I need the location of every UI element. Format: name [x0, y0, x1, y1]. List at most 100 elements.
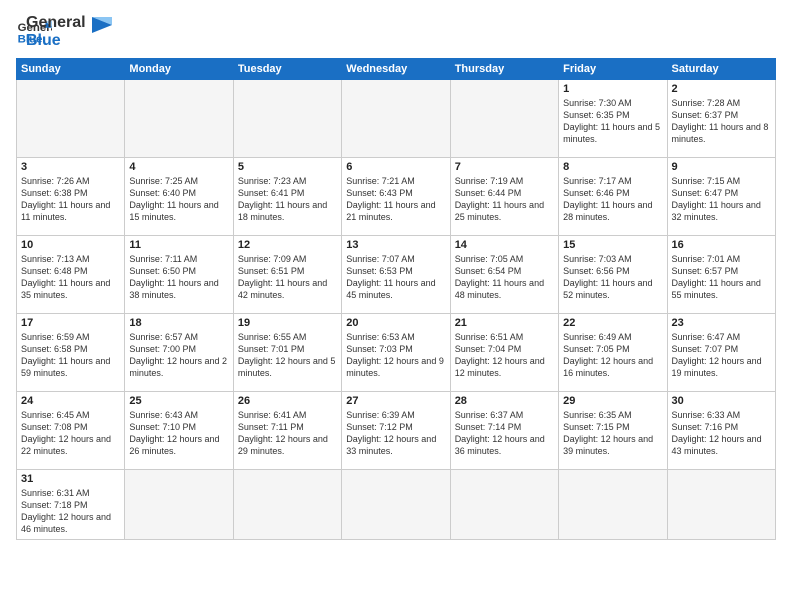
weekday-header-friday: Friday — [559, 59, 667, 80]
calendar-cell: 18Sunrise: 6:57 AM Sunset: 7:00 PM Dayli… — [125, 314, 233, 392]
calendar-cell: 12Sunrise: 7:09 AM Sunset: 6:51 PM Dayli… — [233, 236, 341, 314]
week-row-2: 10 Sunrise: 7:13 AM Sunset: 6:48 PM Dayli… — [17, 236, 776, 314]
day-number: 27 — [346, 395, 445, 407]
calendar-cell: 1 Sunrise: 7:30 AM Sunset: 6:35 PM Daylig… — [559, 80, 667, 158]
day-number: 12 — [238, 239, 337, 251]
day-info: Sunrise: 7:03 AM Sunset: 6:56 PM Dayligh… — [563, 253, 662, 302]
day-info: Sunrise: 7:07 AM Sunset: 6:53 PM Dayligh… — [346, 253, 445, 302]
calendar-cell: 8 Sunrise: 7:17 AM Sunset: 6:46 PM Daylig… — [559, 158, 667, 236]
calendar-cell: 29Sunrise: 6:35 AM Sunset: 7:15 PM Dayli… — [559, 392, 667, 470]
day-number: 20 — [346, 317, 445, 329]
day-info: Sunrise: 7:26 AM Sunset: 6:38 PM Dayligh… — [21, 175, 120, 224]
day-number: 7 — [455, 161, 554, 173]
week-row-3: 17Sunrise: 6:59 AM Sunset: 6:58 PM Dayli… — [17, 314, 776, 392]
calendar-cell: 10 Sunrise: 7:13 AM Sunset: 6:48 PM Dayli… — [17, 236, 125, 314]
day-number: 3 — [21, 161, 120, 173]
calendar-cell: 24 Sunrise: 6:45 AM Sunset: 7:08 PM Dayli… — [17, 392, 125, 470]
day-number: 24 — [21, 395, 120, 407]
day-info: Sunrise: 7:05 AM Sunset: 6:54 PM Dayligh… — [455, 253, 554, 302]
calendar-cell — [450, 80, 558, 158]
calendar-cell: 16Sunrise: 7:01 AM Sunset: 6:57 PM Dayli… — [667, 236, 775, 314]
day-info: Sunrise: 7:28 AM Sunset: 6:37 PM Dayligh… — [672, 97, 771, 146]
calendar-cell: 14 Sunrise: 7:05 AM Sunset: 6:54 PM Dayli… — [450, 236, 558, 314]
calendar-cell: 19Sunrise: 6:55 AM Sunset: 7:01 PM Dayli… — [233, 314, 341, 392]
day-number: 30 — [672, 395, 771, 407]
day-info: Sunrise: 6:51 AM Sunset: 7:04 PM Dayligh… — [455, 331, 554, 380]
day-info: Sunrise: 6:33 AM Sunset: 7:16 PM Dayligh… — [672, 409, 771, 458]
day-number: 11 — [129, 239, 228, 251]
calendar-cell: 23 Sunrise: 6:47 AM Sunset: 7:07 PM Dayli… — [667, 314, 775, 392]
day-info: Sunrise: 7:11 AM Sunset: 6:50 PM Dayligh… — [129, 253, 228, 302]
weekday-header-tuesday: Tuesday — [233, 59, 341, 80]
day-info: Sunrise: 7:21 AM Sunset: 6:43 PM Dayligh… — [346, 175, 445, 224]
calendar-cell: 26Sunrise: 6:41 AM Sunset: 7:11 PM Dayli… — [233, 392, 341, 470]
day-info: Sunrise: 6:47 AM Sunset: 7:07 PM Dayligh… — [672, 331, 771, 380]
week-row-1: 3 Sunrise: 7:26 AM Sunset: 6:38 PM Daylig… — [17, 158, 776, 236]
day-info: Sunrise: 7:13 AM Sunset: 6:48 PM Dayligh… — [21, 253, 120, 302]
calendar-cell: 13 Sunrise: 7:07 AM Sunset: 6:53 PM Dayli… — [342, 236, 450, 314]
day-info: Sunrise: 7:30 AM Sunset: 6:35 PM Dayligh… — [563, 97, 662, 146]
day-number: 15 — [563, 239, 662, 251]
day-number: 29 — [563, 395, 662, 407]
day-info: Sunrise: 6:49 AM Sunset: 7:05 PM Dayligh… — [563, 331, 662, 380]
calendar-cell: 27 Sunrise: 6:39 AM Sunset: 7:12 PM Dayli… — [342, 392, 450, 470]
weekday-header-row: SundayMondayTuesdayWednesdayThursdayFrid… — [17, 59, 776, 80]
day-info: Sunrise: 7:25 AM Sunset: 6:40 PM Dayligh… — [129, 175, 228, 224]
weekday-header-sunday: Sunday — [17, 59, 125, 80]
day-info: Sunrise: 6:53 AM Sunset: 7:03 PM Dayligh… — [346, 331, 445, 380]
logo-blue-text: Blue — [26, 32, 86, 50]
weekday-header-saturday: Saturday — [667, 59, 775, 80]
day-info: Sunrise: 7:19 AM Sunset: 6:44 PM Dayligh… — [455, 175, 554, 224]
weekday-header-thursday: Thursday — [450, 59, 558, 80]
day-info: Sunrise: 6:37 AM Sunset: 7:14 PM Dayligh… — [455, 409, 554, 458]
day-number: 5 — [238, 161, 337, 173]
day-info: Sunrise: 7:17 AM Sunset: 6:46 PM Dayligh… — [563, 175, 662, 224]
calendar-cell — [667, 470, 775, 540]
day-number: 17 — [21, 317, 120, 329]
logo-flag-icon — [88, 13, 116, 41]
day-number: 31 — [21, 473, 120, 485]
calendar-cell: 9 Sunrise: 7:15 AM Sunset: 6:47 PM Daylig… — [667, 158, 775, 236]
calendar-cell — [450, 470, 558, 540]
day-number: 9 — [672, 161, 771, 173]
calendar-cell: 31 Sunrise: 6:31 AM Sunset: 7:18 PM Dayli… — [17, 470, 125, 540]
day-info: Sunrise: 6:31 AM Sunset: 7:18 PM Dayligh… — [21, 487, 120, 536]
calendar-cell: 20 Sunrise: 6:53 AM Sunset: 7:03 PM Dayli… — [342, 314, 450, 392]
calendar-cell: 15 Sunrise: 7:03 AM Sunset: 6:56 PM Dayli… — [559, 236, 667, 314]
calendar-cell: 6Sunrise: 7:21 AM Sunset: 6:43 PM Daylig… — [342, 158, 450, 236]
day-info: Sunrise: 6:45 AM Sunset: 7:08 PM Dayligh… — [21, 409, 120, 458]
calendar-cell: 28Sunrise: 6:37 AM Sunset: 7:14 PM Dayli… — [450, 392, 558, 470]
calendar-cell: 11 Sunrise: 7:11 AM Sunset: 6:50 PM Dayli… — [125, 236, 233, 314]
calendar-cell: 30 Sunrise: 6:33 AM Sunset: 7:16 PM Dayli… — [667, 392, 775, 470]
page: General Blue General Blue SundayMondayTu… — [0, 0, 792, 612]
day-number: 21 — [455, 317, 554, 329]
calendar-cell: 5 Sunrise: 7:23 AM Sunset: 6:41 PM Daylig… — [233, 158, 341, 236]
calendar-cell: 3 Sunrise: 7:26 AM Sunset: 6:38 PM Daylig… — [17, 158, 125, 236]
day-number: 2 — [672, 83, 771, 95]
day-info: Sunrise: 7:23 AM Sunset: 6:41 PM Dayligh… — [238, 175, 337, 224]
weekday-header-wednesday: Wednesday — [342, 59, 450, 80]
week-row-4: 24 Sunrise: 6:45 AM Sunset: 7:08 PM Dayli… — [17, 392, 776, 470]
calendar-cell: 22Sunrise: 6:49 AM Sunset: 7:05 PM Dayli… — [559, 314, 667, 392]
day-info: Sunrise: 6:55 AM Sunset: 7:01 PM Dayligh… — [238, 331, 337, 380]
day-number: 8 — [563, 161, 662, 173]
day-number: 1 — [563, 83, 662, 95]
day-info: Sunrise: 7:01 AM Sunset: 6:57 PM Dayligh… — [672, 253, 771, 302]
week-row-5: 31 Sunrise: 6:31 AM Sunset: 7:18 PM Dayli… — [17, 470, 776, 540]
calendar-cell — [125, 80, 233, 158]
day-number: 13 — [346, 239, 445, 251]
day-number: 14 — [455, 239, 554, 251]
calendar-cell: 4Sunrise: 7:25 AM Sunset: 6:40 PM Daylig… — [125, 158, 233, 236]
day-number: 10 — [21, 239, 120, 251]
weekday-header-monday: Monday — [125, 59, 233, 80]
day-number: 23 — [672, 317, 771, 329]
day-info: Sunrise: 7:15 AM Sunset: 6:47 PM Dayligh… — [672, 175, 771, 224]
calendar-cell — [559, 470, 667, 540]
calendar-cell: 2 Sunrise: 7:28 AM Sunset: 6:37 PM Daylig… — [667, 80, 775, 158]
calendar-cell: 7 Sunrise: 7:19 AM Sunset: 6:44 PM Daylig… — [450, 158, 558, 236]
week-row-0: 1 Sunrise: 7:30 AM Sunset: 6:35 PM Daylig… — [17, 80, 776, 158]
calendar-table: SundayMondayTuesdayWednesdayThursdayFrid… — [16, 58, 776, 540]
day-info: Sunrise: 6:39 AM Sunset: 7:12 PM Dayligh… — [346, 409, 445, 458]
day-info: Sunrise: 6:57 AM Sunset: 7:00 PM Dayligh… — [129, 331, 228, 380]
calendar-cell — [342, 80, 450, 158]
